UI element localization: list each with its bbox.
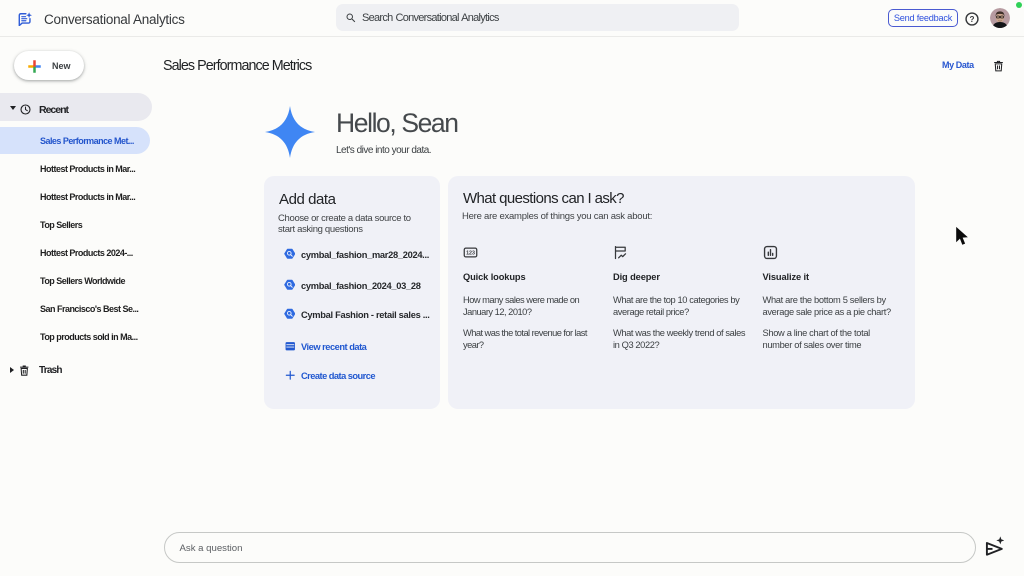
svg-text:?: ? <box>970 15 975 24</box>
svg-text:123: 123 <box>466 251 475 257</box>
